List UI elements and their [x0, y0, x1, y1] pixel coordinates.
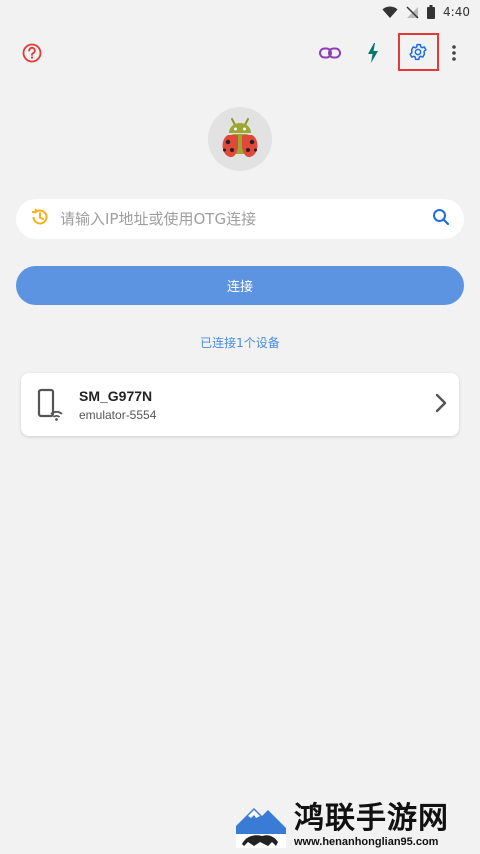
connected-device-count: 已连接1个设备	[200, 336, 280, 350]
help-icon[interactable]	[14, 35, 50, 71]
no-signal-icon	[406, 5, 419, 19]
ip-address-input[interactable]	[60, 210, 432, 228]
connect-button[interactable]: 连接	[16, 266, 464, 305]
watermark-text: 鸿联手游网 www.henanhonglian95.com	[294, 801, 449, 849]
wifi-icon	[382, 6, 398, 19]
site-watermark: 鸿联手游网 www.henanhonglian95.com	[232, 796, 480, 854]
settings-highlight-box	[398, 33, 439, 71]
battery-icon	[427, 5, 436, 19]
search-icon[interactable]	[432, 208, 450, 230]
watermark-title: 鸿联手游网	[294, 801, 449, 836]
ladybug-android-icon	[222, 118, 258, 158]
chevron-right-icon	[435, 393, 447, 417]
more-vert-icon[interactable]	[436, 35, 472, 71]
phone-wifi-icon	[37, 388, 65, 422]
flash-icon[interactable]	[355, 35, 391, 71]
history-icon[interactable]	[30, 207, 50, 231]
watermark-url: www.henanhonglian95.com	[294, 836, 439, 848]
status-bar: 4:40	[0, 0, 480, 24]
watermark-logo-icon	[232, 800, 290, 850]
app-logo-avatar	[208, 107, 272, 171]
status-time: 4:40	[443, 5, 470, 19]
device-serial: emulator-5554	[79, 407, 157, 422]
device-list-item[interactable]: SM_G977N emulator-5554	[21, 373, 459, 436]
ip-search-box	[16, 199, 464, 239]
device-name: SM_G977N	[79, 387, 153, 404]
link-icon[interactable]	[312, 35, 348, 71]
device-info: SM_G977N emulator-5554	[79, 388, 435, 422]
